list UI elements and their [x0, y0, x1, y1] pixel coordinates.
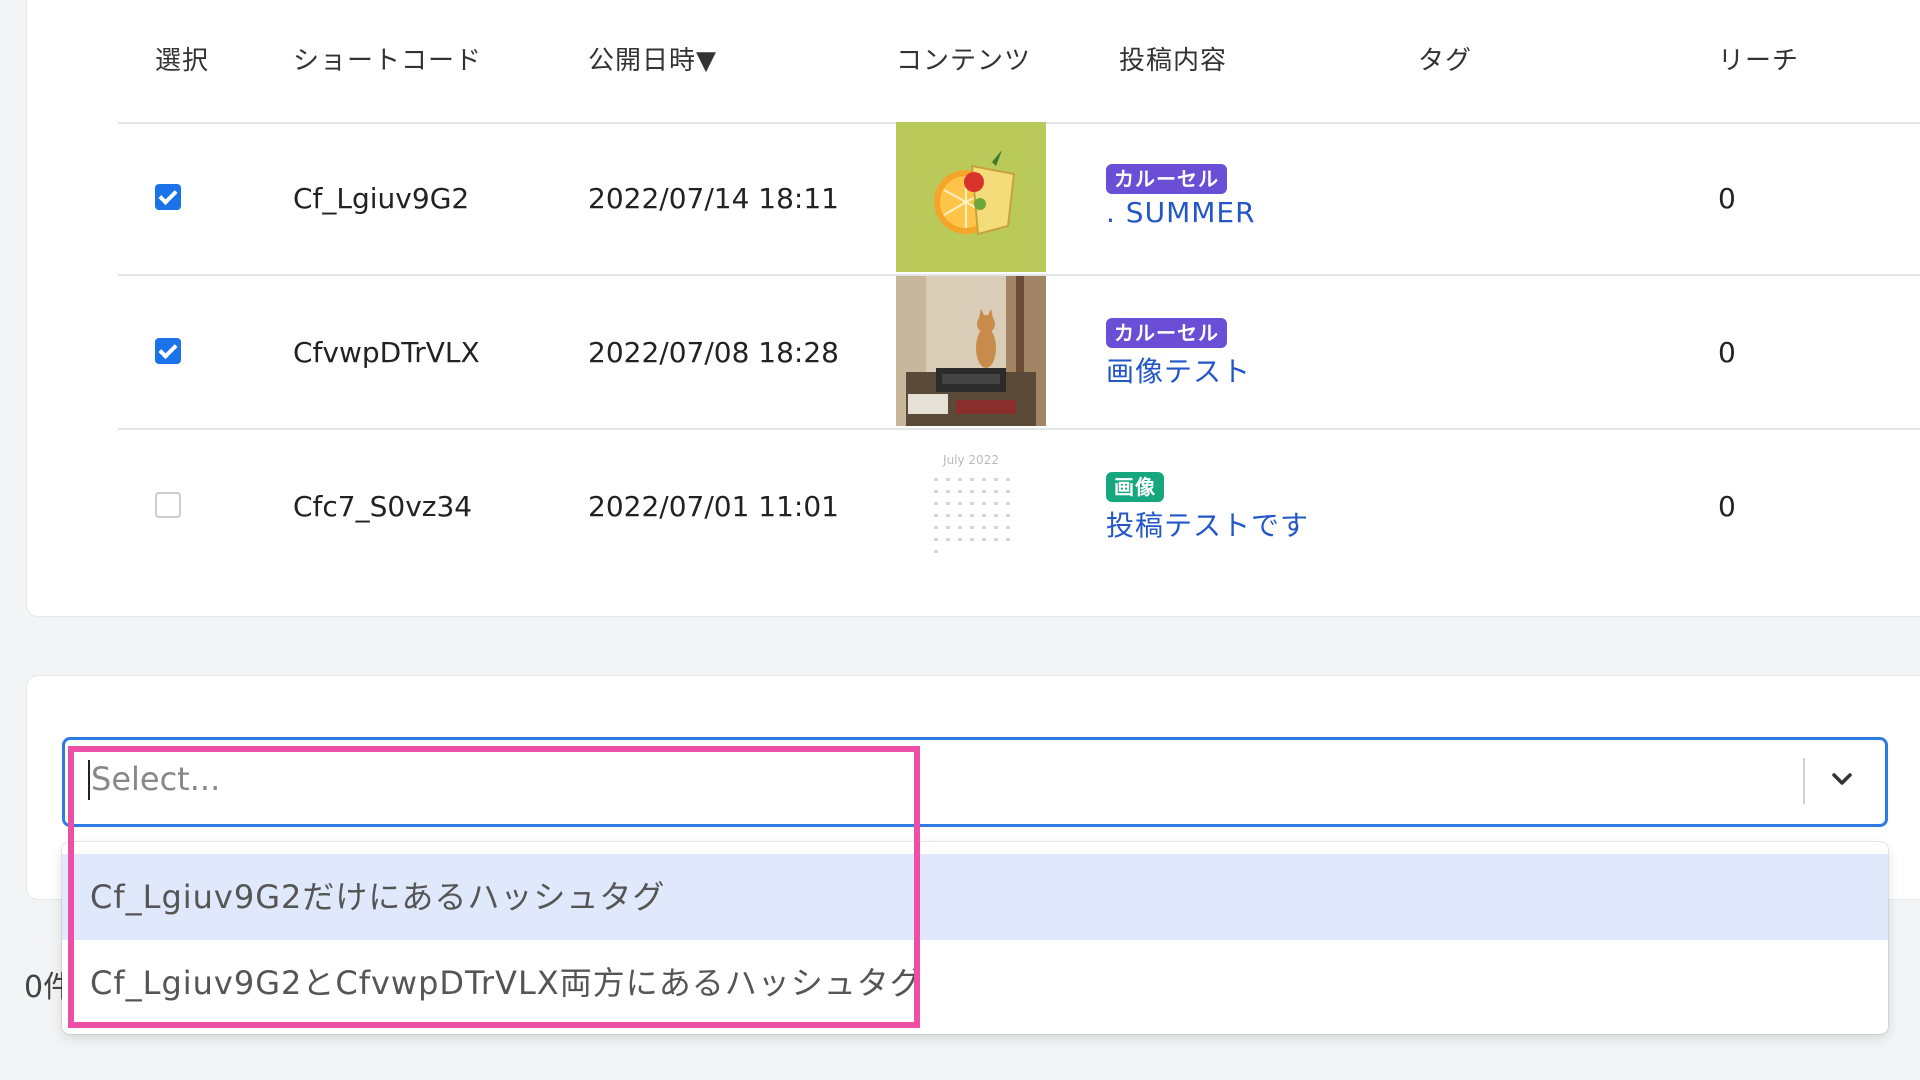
header-post: 投稿内容 — [1119, 46, 1228, 76]
table-header-row: 選択 ショートコード 公開日時▼ コンテンツ 投稿内容 タグ リーチ — [118, 0, 1920, 124]
type-badge: 画像 — [1106, 472, 1164, 502]
row-shortcode: Cfc7_S0vz34 — [293, 490, 473, 523]
header-tags: タグ — [1418, 46, 1473, 76]
row-date: 2022/07/14 18:11 — [588, 182, 839, 215]
indicator-separator — [1803, 758, 1805, 804]
post-content: カルーセル 画像テスト — [1106, 318, 1251, 390]
post-link[interactable]: 画像テスト — [1106, 350, 1251, 390]
header-reach[interactable]: リーチ — [1718, 40, 1799, 77]
row-checkbox[interactable] — [155, 184, 181, 210]
type-badge: カルーセル — [1106, 164, 1227, 194]
header-shortcode[interactable]: ショートコード — [293, 40, 482, 77]
post-content: 画像 投稿テストです — [1106, 472, 1309, 544]
table-row: CfvwpDTrVLX 2022/07/08 18:28 カルーセル 画像テスト — [118, 276, 1920, 430]
row-reach: 0 — [1718, 490, 1736, 523]
row-reach: 0 — [1718, 336, 1736, 369]
header-select: 選択 — [155, 46, 210, 76]
post-link[interactable]: 投稿テストです — [1106, 504, 1309, 544]
hashtag-select-input[interactable]: Select... — [62, 737, 1888, 827]
post-content: カルーセル . SUMMER — [1106, 164, 1256, 229]
type-badge: カルーセル — [1106, 318, 1227, 348]
select-option[interactable]: Cf_Lgiuv9G2だけにあるハッシュタグ — [62, 854, 1888, 940]
select-dropdown-menu: Cf_Lgiuv9G2だけにあるハッシュタグ Cf_Lgiuv9G2とCfvwp… — [62, 842, 1888, 1034]
row-reach: 0 — [1718, 182, 1736, 215]
row-checkbox[interactable] — [155, 492, 181, 518]
chevron-down-icon[interactable] — [1827, 764, 1857, 794]
table-row: Cfc7_S0vz34 2022/07/01 11:01 July 2022 画… — [118, 430, 1920, 582]
row-shortcode: Cf_Lgiuv9G2 — [293, 182, 470, 215]
calendar-image-thumbnail[interactable]: July 2022 — [896, 430, 1046, 580]
posts-table-card: 選択 ショートコード 公開日時▼ コンテンツ 投稿内容 タグ リーチ Cf_Lg… — [26, 0, 1920, 617]
header-content: コンテンツ — [896, 46, 1032, 76]
table-row: Cf_Lgiuv9G2 2022/07/14 18:11 カルーセル . SUM… — [118, 122, 1920, 276]
text-caret — [88, 760, 90, 800]
calendar-thumbnail-label: July 2022 — [942, 453, 999, 467]
row-shortcode: CfvwpDTrVLX — [293, 336, 480, 369]
fruit-photo-thumbnail[interactable] — [896, 122, 1046, 272]
post-link[interactable]: . SUMMER — [1106, 196, 1256, 229]
row-date: 2022/07/08 18:28 — [588, 336, 839, 369]
select-placeholder: Select... — [91, 760, 221, 798]
row-checkbox[interactable] — [155, 338, 181, 364]
cat-photo-thumbnail[interactable] — [896, 276, 1046, 426]
row-date: 2022/07/01 11:01 — [588, 490, 839, 523]
header-published[interactable]: 公開日時▼ — [588, 40, 717, 77]
select-option[interactable]: Cf_Lgiuv9G2とCfvwpDTrVLX両方にあるハッシュタグ — [62, 940, 1888, 1026]
